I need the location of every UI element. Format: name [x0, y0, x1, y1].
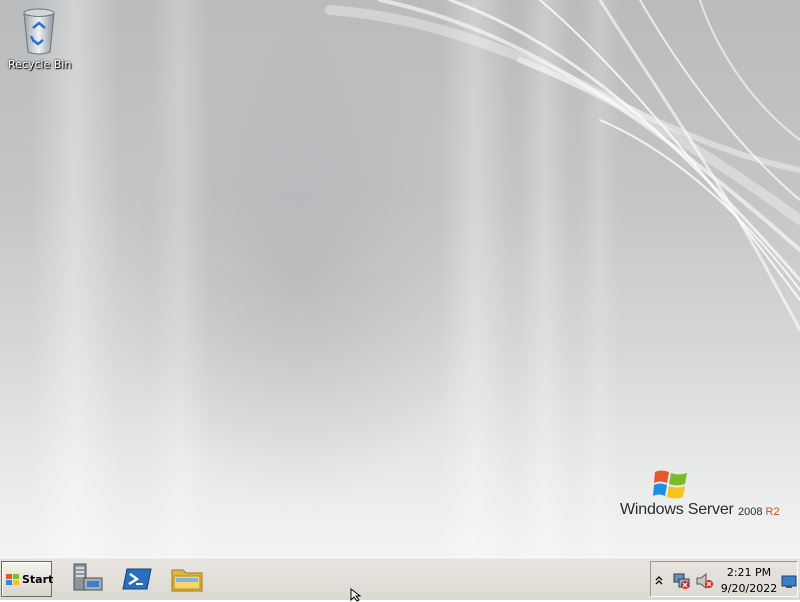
- taskbar: Start 2:21 PM 9/20/2022: [0, 557, 800, 600]
- taskbar-server-manager-button[interactable]: [70, 562, 104, 596]
- brand-version-number: 2008: [738, 506, 763, 518]
- recycle-bin-icon: [23, 8, 55, 55]
- desktop[interactable]: Recycle Bin Windows Server 2008 R2: [0, 0, 800, 557]
- windows-server-branding: Windows Server 2008 R2: [620, 468, 790, 524]
- chevron-up-icon: [655, 576, 663, 585]
- desktop-icon-recycle-bin[interactable]: Recycle Bin: [8, 6, 72, 71]
- show-hidden-icons-button[interactable]: [654, 572, 664, 590]
- notification-area: 2:21 PM 9/20/2022: [650, 561, 798, 597]
- windows-logo-icon: [653, 470, 687, 499]
- windows-logo-icon: [6, 574, 19, 585]
- server-manager-icon: [73, 563, 103, 591]
- clock-time[interactable]: 2:21 PM: [719, 566, 779, 579]
- show-desktop-icon: [781, 575, 797, 588]
- start-button[interactable]: Start: [1, 561, 54, 597]
- tray-network-button[interactable]: [673, 572, 691, 590]
- brand-version: 2008 R2: [738, 506, 780, 518]
- powershell-icon: [122, 568, 152, 590]
- volume-muted-icon: [696, 572, 713, 590]
- folder-icon: [171, 569, 203, 592]
- show-desktop-button[interactable]: [781, 574, 797, 592]
- taskbar-powershell-button[interactable]: [120, 562, 154, 596]
- start-label: Start: [22, 573, 54, 586]
- taskbar-explorer-button[interactable]: [170, 562, 204, 596]
- tray-volume-button[interactable]: [696, 572, 714, 590]
- brand-product: Windows Server: [620, 501, 734, 518]
- clock-date[interactable]: 9/20/2022: [719, 582, 779, 595]
- network-disconnected-icon: [673, 573, 690, 589]
- desktop-icon-label: Recycle Bin: [8, 58, 72, 71]
- brand-edition: R2: [765, 506, 780, 518]
